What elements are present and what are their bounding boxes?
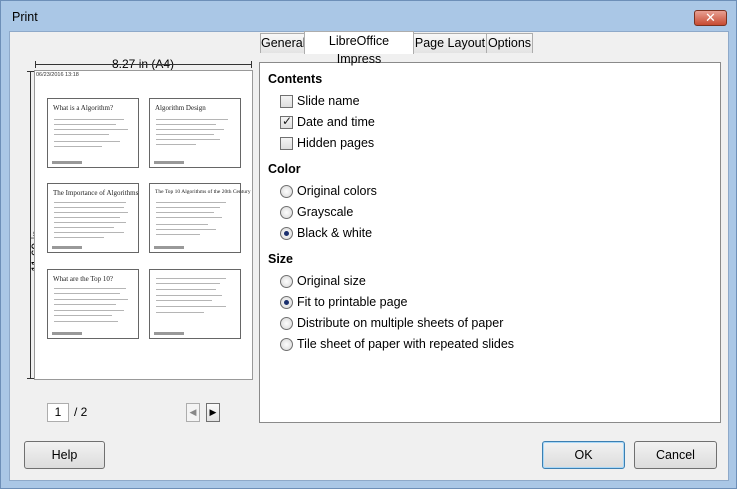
tab-page-layout[interactable]: Page Layout [413,33,487,53]
hidden-pages-checkbox[interactable]: Hidden pages [280,135,374,151]
slide-thumbnail: The Importance of Algorithms [47,183,139,253]
radio-icon[interactable] [280,184,293,198]
impress-options-panel: Contents Slide name Date and time Hidden… [259,62,721,423]
slide-thumbnail-title: What is a Algorithm? [53,104,114,112]
radio-icon[interactable] [280,274,293,288]
slide-thumbnail-title: The Top 10 Algorithms of the 20th Centur… [155,189,251,195]
page-total-label: / 2 [74,405,88,419]
radio-label: Distribute on multiple sheets of paper [297,316,504,330]
title-bar: Print ✕ [1,1,736,30]
radio-label: Grayscale [297,205,354,219]
color-heading: Color [268,162,301,176]
radio-icon[interactable] [280,316,293,330]
radio-label: Tile sheet of paper with repeated slides [297,337,515,351]
dialog-body: 8.27 in (A4) 11.69 in 06/23/2016 13:18 W… [9,31,729,481]
radio-icon[interactable] [280,337,293,351]
radio-selected-icon[interactable] [280,226,293,240]
radio-original-size[interactable]: Original size [280,273,366,289]
date-and-time-checkbox[interactable]: Date and time [280,114,375,130]
help-button[interactable]: Help [24,441,105,469]
ok-button[interactable]: OK [542,441,625,469]
slide-thumbnail: What is a Algorithm? [47,98,139,168]
radio-tile-sheet[interactable]: Tile sheet of paper with repeated slides [280,336,514,352]
slide-thumbnail: The Top 10 Algorithms of the 20th Centur… [149,183,251,253]
tab-general[interactable]: General [260,33,305,53]
radio-label: Original colors [297,184,377,198]
slide-thumbnail: Algorithm Design [149,98,241,168]
preview-date-stamp: 06/23/2016 13:18 [36,72,79,78]
radio-grayscale[interactable]: Grayscale [280,204,353,220]
radio-label: Black & white [297,226,373,240]
close-button[interactable]: ✕ [694,10,727,26]
window-title: Print [12,10,38,24]
slide-thumbnail: What are the Top 10? [47,269,139,339]
slide-thumbnail-title: The Importance of Algorithms [53,189,139,197]
slide-thumbnail-title: What are the Top 10? [53,275,114,283]
print-dialog: Print ✕ 8.27 in (A4) 11.69 in 06/23/2016… [0,0,737,489]
radio-icon[interactable] [280,205,293,219]
radio-label: Fit to printable page [297,295,408,309]
cancel-button[interactable]: Cancel [634,441,717,469]
checkbox-icon[interactable] [280,94,293,108]
tab-options[interactable]: Options [486,33,533,53]
slide-name-checkbox[interactable]: Slide name [280,93,360,109]
radio-selected-icon[interactable] [280,295,293,309]
hidden-pages-label: Hidden pages [297,136,375,150]
radio-label: Original size [297,274,366,288]
slide-thumbnail-title: Algorithm Design [155,104,206,112]
page-number-field[interactable]: 1 [47,403,69,422]
slide-thumbnail [149,269,241,339]
print-preview-page: 06/23/2016 13:18 What is a Algorithm? Al… [34,70,253,380]
radio-fit-to-printable-page[interactable]: Fit to printable page [280,294,408,310]
contents-heading: Contents [268,72,323,86]
checkbox-checked-icon[interactable] [280,114,293,129]
next-page-button[interactable]: ▶ [206,403,220,422]
radio-original-colors[interactable]: Original colors [280,183,377,199]
radio-black-white[interactable]: Black & white [280,225,372,241]
size-heading: Size [268,252,294,266]
width-dimension-line [35,61,252,68]
checkbox-icon[interactable] [280,136,293,150]
previous-page-button[interactable]: ◀ [186,403,200,422]
slide-name-label: Slide name [297,94,360,108]
date-and-time-label: Date and time [297,115,375,129]
radio-distribute-multiple-sheets[interactable]: Distribute on multiple sheets of paper [280,315,503,331]
tab-libreoffice-impress[interactable]: LibreOffice Impress [304,31,414,66]
